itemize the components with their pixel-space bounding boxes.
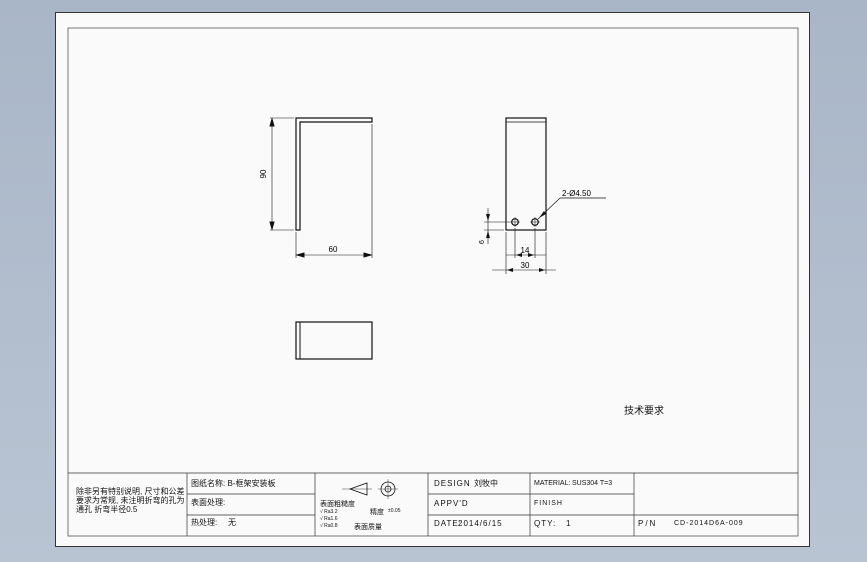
side-width-dim: 30 xyxy=(521,261,530,270)
roughness-value-1: √ Ra3.2 xyxy=(320,509,338,515)
top-view xyxy=(295,321,373,360)
heat-treatment-value: 无 xyxy=(228,518,236,527)
heat-treatment-label: 热处理: xyxy=(191,518,218,527)
precision-value: ±0.05 xyxy=(388,508,401,514)
edge-dim: 6 xyxy=(479,240,486,244)
surface-treatment: 表面处理: xyxy=(191,498,226,507)
drawing-name: 图纸名称: B-框架安装板 xyxy=(191,479,276,488)
approved-label: APPV'D xyxy=(434,499,469,508)
pn-value: CD-2014D6A-009 xyxy=(674,520,744,527)
roughness-value-3: √ Ra0.8 xyxy=(320,523,338,529)
general-notes: 除非另有特别说明, 尺寸和公差要求为常规, 未注明折弯的孔为通孔 折弯半径0.5 xyxy=(76,487,185,514)
roughness-value-2: √ Ra1.6 xyxy=(320,516,338,522)
front-width-dim: 60 xyxy=(329,245,338,254)
qty-value: 1 xyxy=(566,519,571,528)
material-value: SUS304 T=3 xyxy=(572,480,613,487)
surface-quality: 表面质量 xyxy=(354,524,382,531)
hole-spacing-dim: 14 xyxy=(521,246,530,255)
front-view xyxy=(270,117,373,258)
finish-label: FINISH xyxy=(534,500,563,507)
projection-symbol xyxy=(342,479,398,499)
inner-frame xyxy=(67,27,799,537)
engineering-drawing: 90 60 2-Ø4.50 6 14 30 xyxy=(67,27,799,537)
front-height-dim: 90 xyxy=(259,169,268,178)
qty-label: QTY: xyxy=(534,519,557,528)
date-value: 2014/6/15 xyxy=(458,519,503,528)
pn-label: P/N xyxy=(638,519,658,528)
roughness-label: 表面粗糙度 xyxy=(320,501,355,508)
precision-label: 精度 xyxy=(370,509,384,516)
hole-callout: 2-Ø4.50 xyxy=(562,189,591,198)
material-label: MATERIAL: xyxy=(534,480,571,487)
design-value: 刘牧中 xyxy=(474,479,498,488)
design-label: DESIGN xyxy=(434,479,471,488)
tech-requirements-label: 技术要求 xyxy=(624,406,664,417)
